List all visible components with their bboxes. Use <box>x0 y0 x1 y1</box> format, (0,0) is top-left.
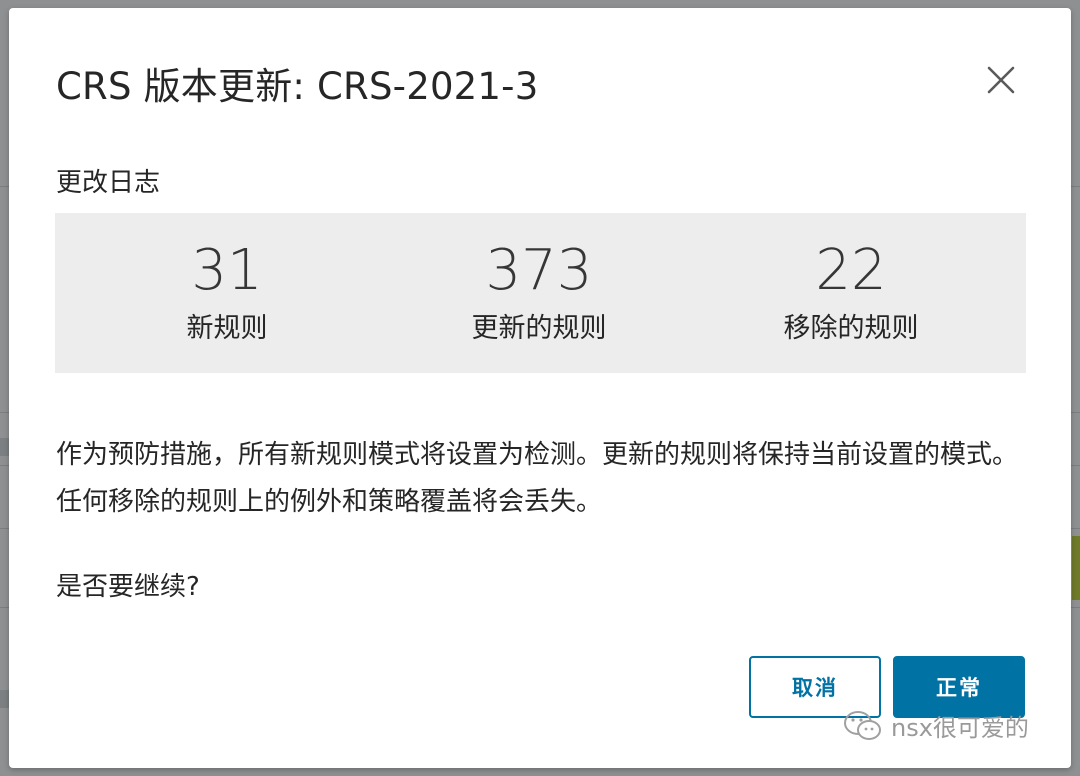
confirm-question: 是否要继续? <box>56 572 200 602</box>
precaution-notice: 作为预防措施，所有新规则模式将设置为检测。更新的规则将保持当前设置的模式。任何移… <box>56 440 1019 517</box>
changelog-heading: 更改日志 <box>56 168 161 198</box>
stat-value: 22 <box>815 238 887 303</box>
stat-label: 移除的规则 <box>783 313 919 344</box>
wechat-icon <box>844 710 881 740</box>
watermark-text: nsx很可爱的 <box>891 714 1029 742</box>
stat-value: 31 <box>191 238 263 303</box>
dialog-title: CRS 版本更新: CRS-2021-3 <box>56 65 539 108</box>
stat-value: 373 <box>485 238 593 303</box>
stat-label: 新规则 <box>186 313 268 344</box>
close-button[interactable] <box>981 60 1021 100</box>
stat-new-rules: 31 新规则 <box>77 237 377 351</box>
changelog-stats-panel: 31 新规则 373 更新的规则 22 移除的规则 <box>55 213 1026 373</box>
close-icon <box>987 66 1015 94</box>
watermark: nsx很可爱的 <box>843 708 1029 743</box>
stat-removed-rules: 22 移除的规则 <box>701 237 1001 351</box>
background-accent <box>1072 536 1080 600</box>
stat-label: 更新的规则 <box>471 313 607 344</box>
stat-updated-rules: 373 更新的规则 <box>389 237 689 351</box>
crs-update-dialog: CRS 版本更新: CRS-2021-3 更改日志 31 新规则 373 更新的… <box>9 8 1071 768</box>
